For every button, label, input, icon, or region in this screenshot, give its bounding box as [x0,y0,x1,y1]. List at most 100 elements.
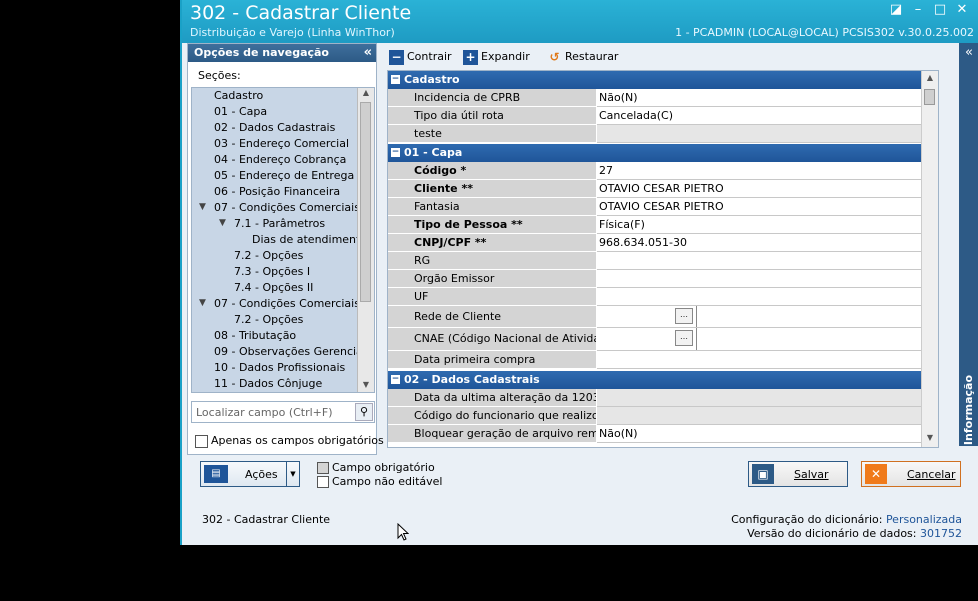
restore-window-icon[interactable]: ◪ [886,2,906,18]
field-value[interactable]: 27 [597,162,938,180]
scroll-down-icon[interactable]: ▼ [358,380,374,392]
scroll-up-icon[interactable]: ▲ [922,73,938,85]
grid-row: UF [388,288,938,306]
tree-item[interactable]: 07 - Condições Comerciais [214,200,360,216]
tree-item[interactable]: 10 - Dados Profissionais [214,360,345,376]
expand-button[interactable]: + Expandir [463,48,530,66]
close-icon[interactable]: ✕ [952,2,972,18]
field-value[interactable]: ▼ [597,351,938,369]
title-bar: 302 - Cadastrar Cliente Distribuição e V… [182,0,978,43]
status-program: 302 - Cadastrar Cliente [202,513,331,526]
tree-scrollbar[interactable]: ▲ ▼ [357,88,374,392]
field-value[interactable]: Física(F)▼ [597,216,938,234]
nav-header-label: Opções de navegação [194,46,329,59]
field-value[interactable] [597,270,938,288]
group-header[interactable]: − Cadastro [388,71,938,89]
field-value[interactable]: Não(N)▼ [597,425,938,443]
tree-item[interactable]: 7.3 - Opções I [234,264,310,280]
group-title: 02 - Dados Cadastrais [404,373,540,386]
minus-icon: − [389,49,404,65]
cancel-label: Cancelar [907,468,956,481]
cancel-x-icon: ✕ [865,464,887,484]
tree-item[interactable]: 08 - Tributação [214,328,296,344]
dropdown-arrow-icon[interactable]: ▼ [286,462,299,486]
dict-version-value: 301752 [920,527,962,540]
tree-item[interactable]: 04 - Endereço Cobrança [214,152,346,168]
field-label: Orgão Emissor [388,270,596,288]
sections-tree[interactable]: Cadastro 01 - Capa 02 - Dados Cadastrais… [191,87,375,393]
tree-item[interactable]: 09 - Observações Gerenciais [214,344,372,360]
expand-arrow-icon[interactable]: ▼ [219,218,226,228]
field-value[interactable]: OTAVIO CESAR PIETRO… [597,180,938,198]
scroll-up-icon[interactable]: ▲ [358,88,374,100]
grid-row: Tipo dia útil rotaCancelada(C)▼ [388,107,938,125]
tree-item[interactable]: 01 - Capa [214,104,267,120]
tree-item[interactable]: 7.2 - Opções [234,248,303,264]
scroll-thumb[interactable] [924,89,935,105]
field-value[interactable]: … [597,306,938,328]
expand-arrow-icon[interactable]: ▼ [199,298,206,308]
cancel-button[interactable]: ✕ Cancelar [861,461,961,487]
tree-item[interactable]: 03 - Endereço Comercial [214,136,349,152]
legend-readonly-label: Campo não editável [332,475,443,488]
collapse-icon[interactable]: − [391,148,400,157]
grid-row: Fantasia OTAVIO CESAR PIETRO [388,198,938,216]
field-value[interactable] [597,407,938,425]
search-icon[interactable]: ⚲ [355,403,373,421]
field-value[interactable]: … [597,328,938,351]
maximize-icon[interactable]: □ [930,2,950,18]
contract-button[interactable]: − Contrair [389,48,452,66]
tree-item[interactable]: Cadastro [214,88,263,104]
ellipsis-icon[interactable]: … [675,330,693,346]
session-info: 1 - PCADMIN (LOCAL@LOCAL) PCSIS302 v.30.… [675,26,974,39]
grid-row: Data da ultima alteração da 1203▼ [388,389,938,407]
field-value[interactable]: Não(N)▼ [597,89,938,107]
mouse-cursor-icon [397,523,409,541]
contract-label: Contrair [407,50,452,63]
collapse-icon[interactable]: − [391,375,400,384]
field-value[interactable] [597,288,938,306]
tree-item[interactable]: 05 - Endereço de Entrega [214,168,354,184]
sections-label: Seções: [198,69,241,82]
field-value[interactable] [597,252,938,270]
grid-row: Cliente **OTAVIO CESAR PIETRO… [388,180,938,198]
field-value[interactable] [597,125,938,143]
scroll-down-icon[interactable]: ▼ [922,433,938,445]
collapse-icon[interactable]: − [391,75,400,84]
tree-item[interactable]: 11 - Dados Cônjuge [214,376,322,392]
field-label: UF [388,288,596,306]
expand-label: Expandir [481,50,530,63]
expand-chevron-icon[interactable]: « [959,45,978,60]
plus-icon: + [463,49,478,65]
info-side-tab[interactable]: « Informação [959,43,978,446]
ellipsis-icon[interactable]: … [675,308,693,324]
save-button[interactable]: ▣ Salvar [748,461,848,487]
tree-item[interactable]: 7.1 - Parâmetros [234,216,325,232]
tree-item[interactable]: Dias de atendimento [252,232,367,248]
field-value-text: Cancelada(C) [599,109,673,122]
restore-label: Restaurar [565,50,619,63]
field-value[interactable]: OTAVIO CESAR PIETRO [597,198,938,216]
tree-item[interactable]: 02 - Dados Cadastrais [214,120,335,136]
group-header[interactable]: −01 - Capa [388,144,938,162]
actions-button[interactable]: ▤ Ações ▼ [200,461,300,487]
collapse-chevron-icon[interactable]: « [364,44,372,62]
grid-row: Bloquear geração de arquivo remessaNão(N… [388,425,938,443]
scroll-thumb[interactable] [360,102,371,302]
checkbox-box[interactable] [195,434,208,448]
tree-item[interactable]: 06 - Posição Financeira [214,184,340,200]
restore-button[interactable]: ↺ Restaurar [547,48,618,66]
tree-item[interactable]: 7.2 - Opções [234,312,303,328]
grid-scrollbar[interactable]: ▲ ▼ [921,71,938,447]
grid-row: CNPJ/CPF **968.634.051-30… [388,234,938,252]
expand-arrow-icon[interactable]: ▼ [199,202,206,212]
tree-item[interactable]: 07 - Condições Comerciais [214,296,360,312]
field-value[interactable]: Cancelada(C)▼ [597,107,938,125]
field-value[interactable]: ▼ [597,389,938,407]
group-header[interactable]: −02 - Dados Cadastrais [388,371,938,389]
required-only-checkbox[interactable]: Apenas os campos obrigatórios [195,434,384,448]
minimize-icon[interactable]: – [908,2,928,18]
field-search-input[interactable]: Localizar campo (Ctrl+F) ⚲ [191,401,375,423]
tree-item[interactable]: 7.4 - Opções II [234,280,313,296]
field-value[interactable]: 968.634.051-30… [597,234,938,252]
